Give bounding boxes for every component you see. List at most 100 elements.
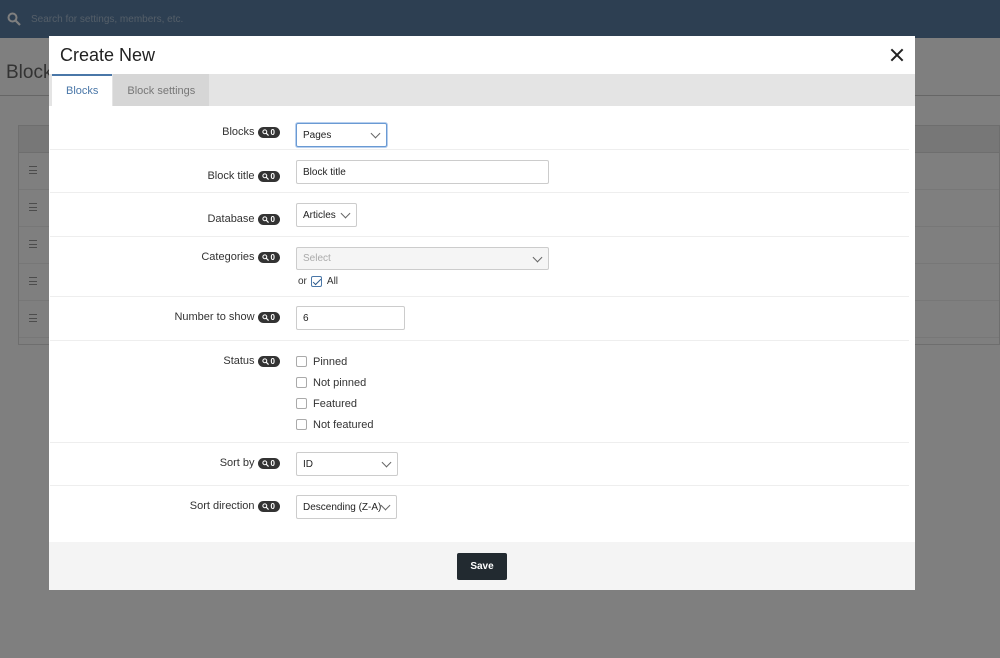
sort-direction-select[interactable]: Descending (Z-A) [296, 495, 397, 519]
all-checkbox[interactable] [310, 275, 322, 287]
field-label: Blocks 0 [50, 106, 296, 149]
chevron-down-icon [380, 500, 391, 511]
block-title-value: Block title [303, 166, 346, 178]
pinned-checkbox[interactable] [296, 356, 307, 367]
modal-title: Create New [60, 44, 156, 65]
tab-blocks[interactable]: Blocks [52, 74, 113, 106]
search-icon [261, 314, 269, 321]
field-control: Articles [296, 193, 909, 236]
pinned-label: Pinned [313, 355, 348, 368]
form-row-number-to-show: Number to show 0 6 [50, 297, 909, 341]
search-icon [261, 503, 269, 510]
featured-checkbox[interactable] [296, 398, 307, 409]
chevron-down-icon [370, 128, 381, 139]
categories-select[interactable]: Select [296, 247, 549, 270]
field-label: Number to show 0 [50, 297, 296, 340]
database-label: Database [207, 213, 255, 225]
field-label: Block title 0 [50, 150, 296, 192]
status-option-not-featured[interactable]: Not featured [296, 414, 909, 435]
search-icon [261, 358, 269, 365]
form-row-blocks: Blocks 0 Pages [50, 106, 909, 150]
search-icon [261, 216, 269, 223]
categories-all-option: or All [296, 274, 909, 288]
chevron-down-icon [532, 252, 543, 263]
blocks-select[interactable]: Pages [296, 123, 387, 147]
badge-count: 0 [270, 253, 275, 262]
field-label: Database 0 [50, 193, 296, 236]
database-select[interactable]: Articles [296, 203, 357, 227]
not-featured-checkbox[interactable] [296, 419, 307, 430]
form-row-categories: Categories 0 Select or All [50, 237, 909, 297]
tab-block-settings[interactable]: Block settings [113, 74, 210, 106]
status-option-not-pinned[interactable]: Not pinned [296, 372, 909, 393]
categories-placeholder: Select [303, 253, 331, 264]
badge-count: 0 [270, 172, 275, 181]
modal-footer: Save [49, 542, 915, 590]
search-icon [261, 129, 269, 136]
number-to-show-input[interactable]: 6 [296, 306, 405, 330]
save-button[interactable]: Save [457, 552, 507, 580]
badge-count: 0 [270, 128, 275, 137]
search-badge[interactable]: 0 [257, 171, 280, 182]
sort-direction-label: Sort direction [189, 500, 255, 512]
form-row-status: Status 0 Pinned Not pinned Featured Not … [50, 341, 909, 443]
create-new-modal: Create New Blocks Block settings Blocks … [49, 36, 915, 590]
blocks-label: Blocks [222, 126, 255, 138]
field-label: Sort direction 0 [50, 486, 296, 536]
search-badge[interactable]: 0 [257, 501, 280, 512]
sort-direction-value: Descending (Z-A) [303, 501, 382, 513]
form-row-sort-by: Sort by 0 ID [50, 443, 909, 486]
blocks-select-value: Pages [303, 129, 332, 141]
field-control: Pinned Not pinned Featured Not featured [296, 341, 909, 442]
field-control: Descending (Z-A) [296, 486, 909, 536]
form-row-sort-direction: Sort direction 0 Descending (Z-A) [50, 486, 909, 536]
search-badge[interactable]: 0 [257, 458, 280, 469]
chevron-down-icon [381, 457, 392, 468]
close-icon[interactable] [889, 47, 905, 63]
field-label: Categories 0 [50, 237, 296, 296]
badge-count: 0 [270, 313, 275, 322]
number-to-show-label: Number to show [174, 311, 255, 323]
form-row-database: Database 0 Articles [50, 193, 909, 237]
database-select-value: Articles [303, 209, 336, 221]
status-label: Status [223, 355, 255, 367]
search-badge[interactable]: 0 [257, 252, 280, 263]
sort-by-select[interactable]: ID [296, 452, 398, 476]
status-option-pinned[interactable]: Pinned [296, 351, 909, 372]
field-control: ID [296, 443, 909, 485]
form-row-block-title: Block title 0 Block title [50, 150, 909, 193]
badge-count: 0 [270, 502, 275, 511]
field-control: Pages [296, 106, 909, 149]
search-badge[interactable]: 0 [257, 214, 280, 225]
status-option-featured[interactable]: Featured [296, 393, 909, 414]
search-badge[interactable]: 0 [257, 356, 280, 367]
field-label: Sort by 0 [50, 443, 296, 485]
not-featured-label: Not featured [313, 418, 374, 431]
sort-by-label: Sort by [219, 457, 255, 469]
search-icon [261, 173, 269, 180]
modal-header: Create New [49, 36, 915, 74]
block-form: Blocks 0 Pages Block title 0 Block title [49, 106, 915, 536]
number-to-show-value: 6 [303, 312, 309, 324]
badge-count: 0 [270, 357, 275, 366]
tab-bar: Blocks Block settings [49, 74, 915, 106]
field-label: Status 0 [50, 341, 296, 442]
search-icon [261, 460, 269, 467]
all-label: All [326, 275, 339, 287]
search-badge[interactable]: 0 [257, 127, 280, 138]
block-title-input[interactable]: Block title [296, 160, 549, 184]
badge-count: 0 [270, 215, 275, 224]
field-control: Block title [296, 150, 909, 192]
or-text: or [298, 275, 307, 287]
categories-label: Categories [201, 251, 255, 263]
search-badge[interactable]: 0 [257, 312, 280, 323]
not-pinned-checkbox[interactable] [296, 377, 307, 388]
field-control: Select or All [296, 237, 909, 296]
sort-by-value: ID [303, 458, 313, 470]
field-control: 6 [296, 297, 909, 340]
chevron-down-icon [340, 208, 351, 219]
not-pinned-label: Not pinned [313, 376, 367, 389]
featured-label: Featured [313, 397, 358, 410]
block-title-label: Block title [207, 170, 255, 182]
search-icon [261, 254, 269, 261]
